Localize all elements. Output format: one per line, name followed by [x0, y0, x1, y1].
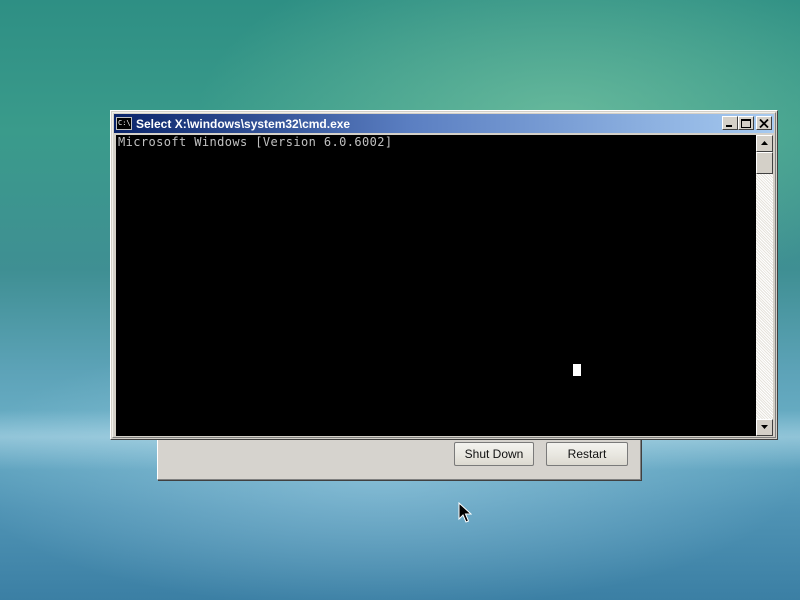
- minimize-button[interactable]: [722, 116, 738, 130]
- restart-button[interactable]: Restart: [546, 442, 628, 466]
- text-cursor: [573, 364, 581, 376]
- scroll-up-button[interactable]: [756, 135, 773, 152]
- shut-down-button[interactable]: Shut Down: [454, 442, 534, 466]
- console-output-area[interactable]: Microsoft Windows [Version 6.0.6002]: [116, 135, 756, 436]
- scroll-down-button[interactable]: [756, 419, 773, 436]
- vertical-scrollbar[interactable]: [756, 135, 773, 436]
- scroll-thumb[interactable]: [756, 152, 773, 174]
- maximize-button[interactable]: [738, 116, 754, 130]
- console-app-icon[interactable]: C:\: [116, 117, 132, 130]
- cmd-window: C:\ Select X:\windows\system32\cmd.exe M…: [110, 110, 778, 440]
- window-controls: [722, 116, 772, 130]
- arrow-down-icon: [761, 425, 768, 429]
- close-icon: [759, 119, 769, 128]
- arrow-up-icon: [761, 141, 768, 145]
- mouse-pointer-icon: [458, 502, 472, 523]
- console-line: Microsoft Windows [Version 6.0.6002]: [118, 135, 393, 149]
- maximize-icon: [741, 119, 751, 128]
- minimize-icon: [726, 125, 732, 127]
- window-titlebar[interactable]: C:\ Select X:\windows\system32\cmd.exe: [114, 114, 774, 133]
- close-button[interactable]: [756, 116, 772, 130]
- window-title: Select X:\windows\system32\cmd.exe: [136, 116, 351, 131]
